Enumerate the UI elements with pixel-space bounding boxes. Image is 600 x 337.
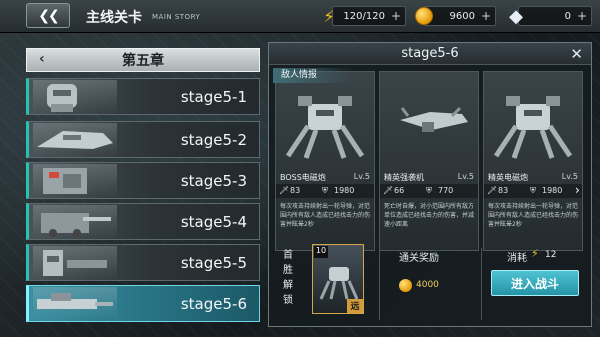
enemy-level: Lv.5	[457, 172, 474, 181]
stage-detail-panel: stage5-6 ✕ BOSS电磁炮 Lv.5 🗡 83 ⛨ 1980 每次攻击…	[268, 42, 592, 327]
enemy-intel-badge: 敌人情报	[273, 68, 353, 83]
stage-thumbnail	[33, 164, 117, 197]
energy-counter: 120/120 +	[332, 6, 406, 26]
enemy-description: 死亡时自爆，对小范围内所有敌方单位造成已经找击力的伤害，并减速小距离	[384, 203, 475, 228]
page-title: 主线关卡	[86, 10, 142, 26]
enemy-stats: 🗡 83 ⛨ 1980	[484, 184, 582, 198]
stage-thumbnail	[33, 246, 117, 279]
enemy-stats: 🗡 66 ⛨ 770	[380, 184, 478, 198]
stage-label: stage5-4	[180, 213, 247, 231]
gold-value: 9600	[449, 10, 475, 22]
enemy-attack: 83	[290, 186, 301, 195]
coin-icon	[399, 279, 412, 292]
enemy-name: BOSS电磁炮	[280, 173, 326, 182]
reward-count: 10	[314, 246, 328, 258]
shield-icon: ⛨	[426, 186, 432, 195]
sword-icon: 🗡	[279, 186, 290, 195]
stage-item-5-5[interactable]: stage5-5	[26, 244, 260, 281]
gem-value: 0	[564, 10, 571, 22]
stage-label: stage5-2	[180, 131, 247, 149]
sword-icon: 🗡	[487, 186, 498, 195]
lightning-icon: ⚡	[531, 247, 539, 260]
chevron-left-icon[interactable]: ‹	[39, 51, 45, 67]
stage-thumbnail	[33, 80, 117, 113]
gem-counter: 0 +	[518, 6, 592, 26]
enemy-name: 精英电磁炮	[488, 173, 528, 182]
cost-label: 消耗	[507, 253, 527, 264]
divider	[379, 248, 380, 320]
add-gem-button[interactable]: +	[577, 9, 587, 23]
stage-label: stage5-6	[180, 295, 247, 313]
enemy-hp: 770	[438, 186, 454, 195]
stage-item-5-3[interactable]: stage5-3	[26, 162, 260, 199]
stage-label: stage5-3	[180, 172, 247, 190]
stage-label: stage5-1	[180, 88, 247, 106]
cost-value: 12	[545, 250, 557, 260]
page-subtitle: MAIN STORY	[152, 13, 201, 21]
enemy-portrait	[400, 106, 468, 132]
diamond-icon: ◆	[509, 5, 523, 27]
enemy-card-boss[interactable]: BOSS电磁炮 Lv.5 🗡 83 ⛨ 1980 每次攻击持续射出一轮导弹，对范…	[275, 71, 375, 251]
clear-reward-label: 通关奖励	[399, 253, 439, 264]
divider	[481, 248, 482, 320]
enemy-level: Lv.5	[561, 172, 578, 181]
shield-icon: ⛨	[322, 186, 328, 195]
enemy-hp: 1980	[542, 186, 563, 195]
enemy-description: 每次攻击持续射出一轮导弹，对范围内所有敌人造成已经找击力的伤害并眩晕2秒	[280, 203, 371, 228]
chevron-right-icon[interactable]: ›	[575, 183, 580, 197]
enemy-portrait	[285, 96, 365, 159]
enemy-level: Lv.5	[353, 172, 370, 181]
enter-battle-button[interactable]: 进入战斗	[491, 270, 579, 296]
lightning-icon: ⚡	[323, 6, 335, 26]
reward-type-tag: 远	[347, 299, 363, 313]
first-clear-unlock-label: 首胜解锁	[283, 250, 293, 306]
close-icon[interactable]: ✕	[570, 45, 583, 63]
enemy-stats: 🗡 83 ⛨ 1980	[276, 184, 374, 198]
enemy-card-elite-railgun[interactable]: 精英电磁炮 Lv.5 🗡 83 ⛨ 1980 每次攻击持续射出一轮导弹，对范围内…	[483, 71, 583, 251]
enemy-name: 精英强袭机	[384, 173, 424, 182]
panel-title: stage5-6	[269, 43, 591, 65]
stage-item-5-1[interactable]: stage5-1	[26, 78, 260, 115]
shield-icon: ⛨	[530, 186, 536, 195]
stage-item-5-6[interactable]: stage5-6	[26, 285, 260, 322]
enemy-hp: 1980	[334, 186, 355, 195]
clear-reward-gold: 4000	[416, 280, 439, 290]
enemy-attack: 66	[394, 186, 405, 195]
stage-thumbnail	[33, 287, 117, 320]
sword-icon: 🗡	[383, 186, 394, 195]
enemy-card-elite-assault[interactable]: 精英强袭机 Lv.5 🗡 66 ⛨ 770 死亡时自爆，对小范围内所有敌方单位造…	[379, 71, 479, 251]
back-button[interactable]: ❮❮	[26, 3, 70, 28]
reward-unit-portrait	[319, 267, 359, 300]
stage-thumbnail	[33, 205, 117, 238]
coin-icon	[413, 3, 435, 29]
top-bar: ❮❮ 主线关卡 MAIN STORY 120/120 + ⚡ 9600 + 0 …	[0, 0, 600, 33]
stage-item-5-4[interactable]: stage5-4	[26, 203, 260, 240]
stage-label: stage5-5	[180, 254, 247, 272]
stage-item-5-2[interactable]: stage5-2	[26, 121, 260, 158]
enemy-portrait	[493, 96, 573, 159]
energy-value: 120/120	[343, 10, 385, 22]
enemy-description: 每次攻击持续射出一轮导弹，对范围内所有敌人造成已经找击力的伤害并眩晕2秒	[488, 203, 579, 228]
chapter-header: ‹ 第五章	[26, 48, 260, 72]
unlock-reward-card[interactable]: 10 远	[312, 244, 364, 314]
stage-thumbnail	[33, 123, 117, 156]
add-energy-button[interactable]: +	[391, 9, 401, 23]
chapter-title: 第五章	[122, 53, 164, 69]
add-gold-button[interactable]: +	[481, 9, 491, 23]
enemy-attack: 83	[498, 186, 509, 195]
